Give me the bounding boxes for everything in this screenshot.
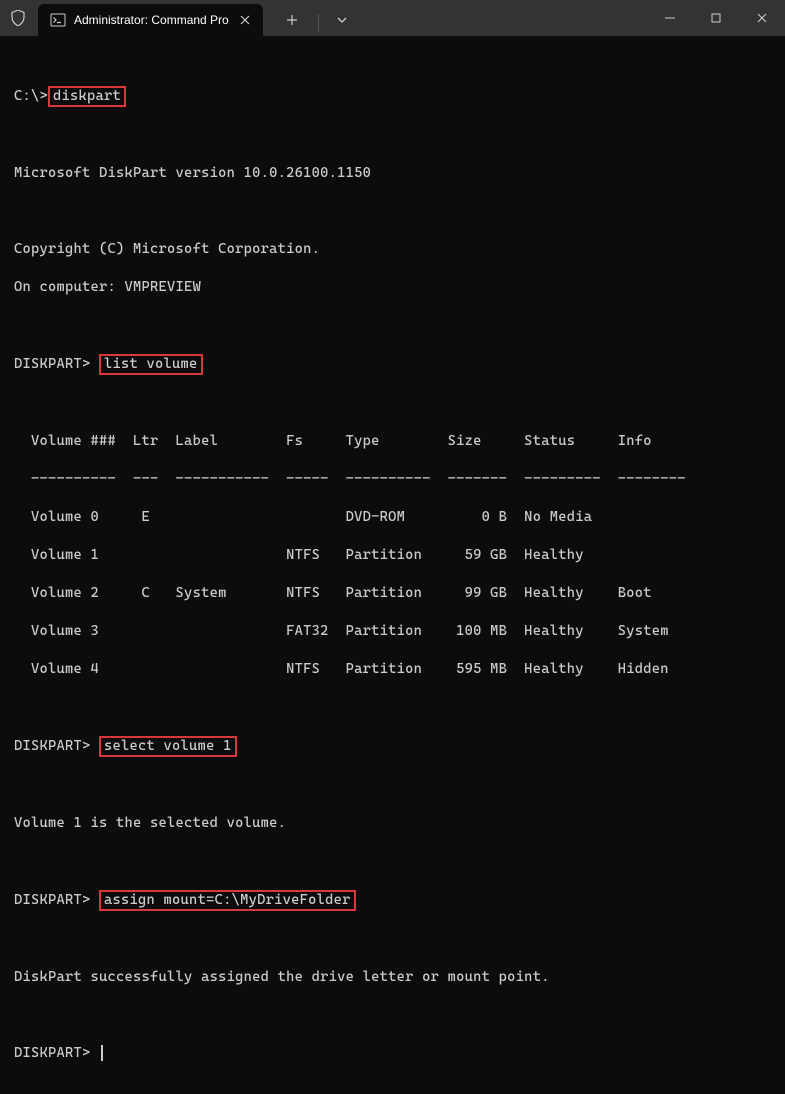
maximize-button[interactable] [693, 0, 739, 36]
terminal-line: Copyright (C) Microsoft Corporation. [14, 240, 771, 259]
active-tab[interactable]: Administrator: Command Pro [38, 4, 263, 36]
table-row: Volume 0 E DVD-ROM 0 B No Media [14, 508, 771, 527]
shield-icon [10, 10, 26, 26]
terminal-output[interactable]: C:\>diskpart Microsoft DiskPart version … [0, 36, 785, 1094]
titlebar: Administrator: Command Pro [0, 0, 785, 36]
terminal-line: On computer: VMPREVIEW [14, 278, 771, 297]
table-row: Volume 1 NTFS Partition 59 GB Healthy [14, 546, 771, 565]
terminal-line: DISKPART> [14, 1044, 771, 1063]
terminal-line [14, 202, 771, 221]
highlighted-command: select volume 1 [99, 736, 237, 757]
cmd-icon [50, 12, 66, 28]
terminal-line [14, 1006, 771, 1025]
tab-close-button[interactable] [237, 12, 253, 28]
terminal-line: Volume ### Ltr Label Fs Type Size Status… [14, 432, 771, 451]
cursor [101, 1045, 103, 1061]
tab-separator [318, 14, 319, 32]
terminal-line: C:\>diskpart [14, 86, 771, 107]
titlebar-drag-region[interactable] [354, 0, 647, 36]
table-row: Volume 4 NTFS Partition 595 MB Healthy H… [14, 660, 771, 679]
terminal-line: DISKPART> select volume 1 [14, 736, 771, 757]
terminal-line [14, 852, 771, 871]
highlighted-command: assign mount=C:\MyDriveFolder [99, 890, 356, 911]
terminal-line [14, 316, 771, 335]
window-controls [647, 0, 785, 36]
titlebar-left: Administrator: Command Pro [0, 0, 354, 36]
highlighted-command: list volume [99, 354, 203, 375]
tab-dropdown-button[interactable] [330, 5, 354, 35]
terminal-line: ---------- --- ----------- ----- -------… [14, 470, 771, 489]
terminal-line: Volume 1 is the selected volume. [14, 814, 771, 833]
terminal-line: DiskPart successfully assigned the drive… [14, 968, 771, 987]
tab-title: Administrator: Command Pro [74, 13, 229, 27]
terminal-line [14, 394, 771, 413]
terminal-line [14, 930, 771, 949]
terminal-line [14, 126, 771, 145]
table-row: Volume 2 C System NTFS Partition 99 GB H… [14, 584, 771, 603]
close-button[interactable] [739, 0, 785, 36]
new-tab-button[interactable] [277, 5, 307, 35]
terminal-line [14, 698, 771, 717]
terminal-line: DISKPART> list volume [14, 354, 771, 375]
highlighted-command: diskpart [48, 86, 126, 107]
terminal-line: DISKPART> assign mount=C:\MyDriveFolder [14, 890, 771, 911]
terminal-line: Microsoft DiskPart version 10.0.26100.11… [14, 164, 771, 183]
minimize-button[interactable] [647, 0, 693, 36]
terminal-line [14, 776, 771, 795]
